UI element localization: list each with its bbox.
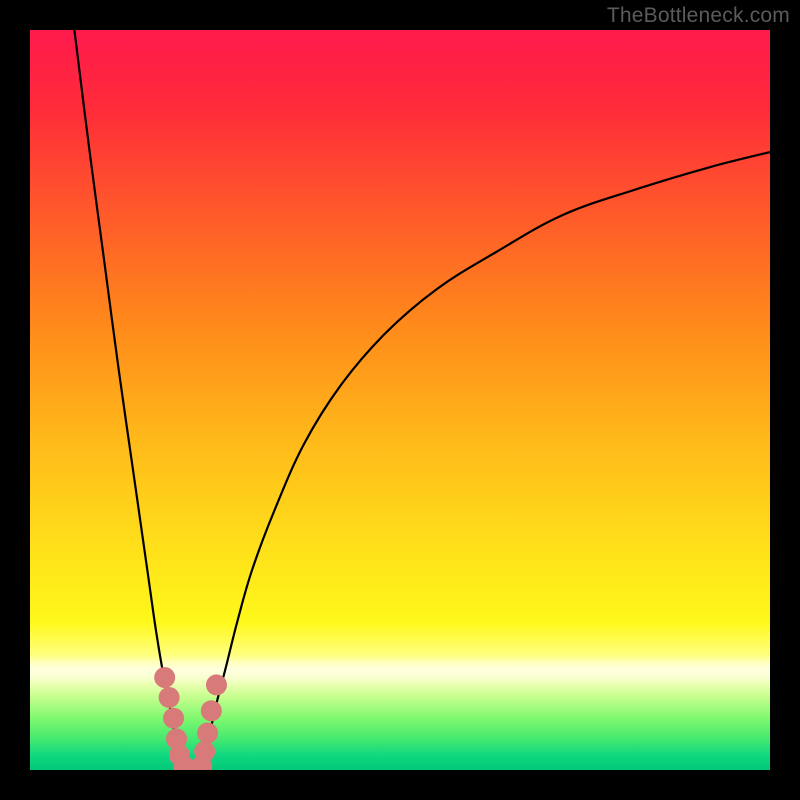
- series-left-branch: [74, 30, 185, 770]
- marker-point: [201, 700, 222, 721]
- outer-frame: TheBottleneck.com: [0, 0, 800, 800]
- curve-lines: [74, 30, 770, 770]
- marker-point: [154, 667, 175, 688]
- watermark-text: TheBottleneck.com: [607, 4, 790, 28]
- marker-point: [163, 708, 184, 729]
- marker-point: [159, 687, 180, 708]
- series-right-branch: [200, 152, 770, 770]
- marker-point: [194, 741, 215, 762]
- plot-area: [30, 30, 770, 770]
- marker-point: [197, 723, 218, 744]
- curve-markers: [154, 667, 227, 770]
- marker-point: [206, 674, 227, 695]
- chart-svg: [30, 30, 770, 770]
